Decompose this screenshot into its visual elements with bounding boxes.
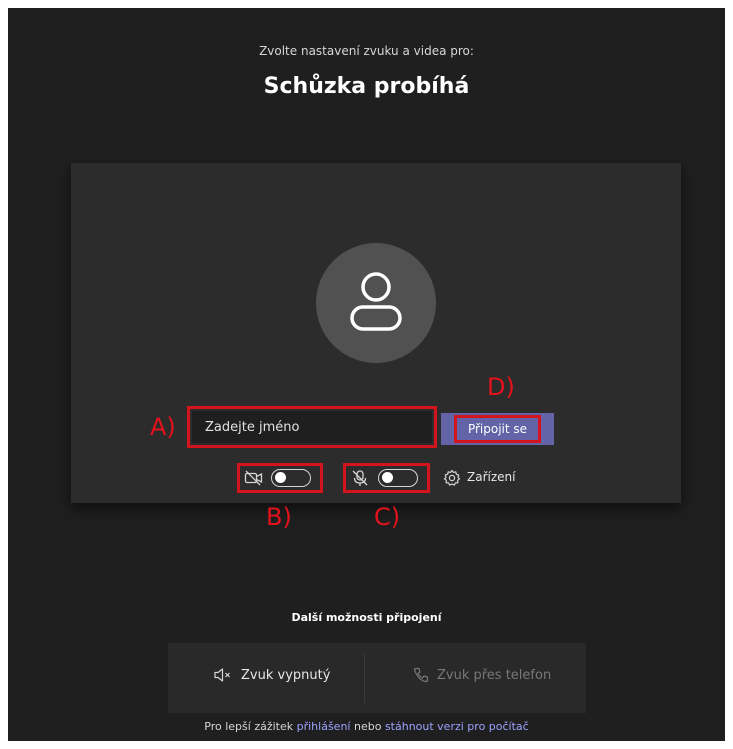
signin-link[interactable]: přihlášení <box>297 720 351 733</box>
footer-prefix: Pro lepší zážitek <box>204 720 294 733</box>
teams-prejoin-screen: Zvolte nastavení zvuku a videa pro: Schů… <box>8 8 725 741</box>
speaker-mute-icon <box>214 668 230 682</box>
footer-middle: nebo <box>353 720 382 733</box>
annotation-box-d <box>454 415 541 443</box>
devices-button[interactable]: Zařízení <box>443 468 533 488</box>
annotation-box-c <box>343 463 430 493</box>
avatar <box>316 243 436 363</box>
download-link[interactable]: stáhnout verzi pro počítač <box>385 720 529 733</box>
gear-icon <box>443 469 461 486</box>
annotation-box-b <box>237 463 323 493</box>
annotation-label-d: D) <box>487 373 515 401</box>
preview-card: A) D) Připojit se B) <box>71 163 681 529</box>
phone-icon <box>413 667 429 683</box>
prejoin-subtitle: Zvolte nastavení zvuku a videa pro: <box>259 44 474 58</box>
person-icon <box>350 272 402 331</box>
phone-audio-option[interactable]: Zvuk přes telefon <box>413 667 551 683</box>
devices-label: Zařízení <box>467 470 516 484</box>
name-input[interactable] <box>192 411 432 443</box>
footer-text: Pro lepší zážitek přihlášení nebo stáhno… <box>8 720 725 733</box>
annotation-label-b: B) <box>266 503 292 531</box>
audio-options-bar: Zvuk vypnutý Zvuk přes telefon <box>168 643 586 713</box>
phone-audio-label: Zvuk přes telefon <box>437 667 552 683</box>
audio-off-option[interactable]: Zvuk vypnutý <box>213 667 330 683</box>
more-options-title: Další možnosti připojení <box>291 611 442 624</box>
annotation-label-c: C) <box>374 503 401 531</box>
meeting-title: Schůzka probíhá <box>263 74 470 99</box>
options-divider <box>364 653 365 703</box>
annotation-label-a: A) <box>150 413 176 441</box>
audio-off-label: Zvuk vypnutý <box>241 667 331 683</box>
